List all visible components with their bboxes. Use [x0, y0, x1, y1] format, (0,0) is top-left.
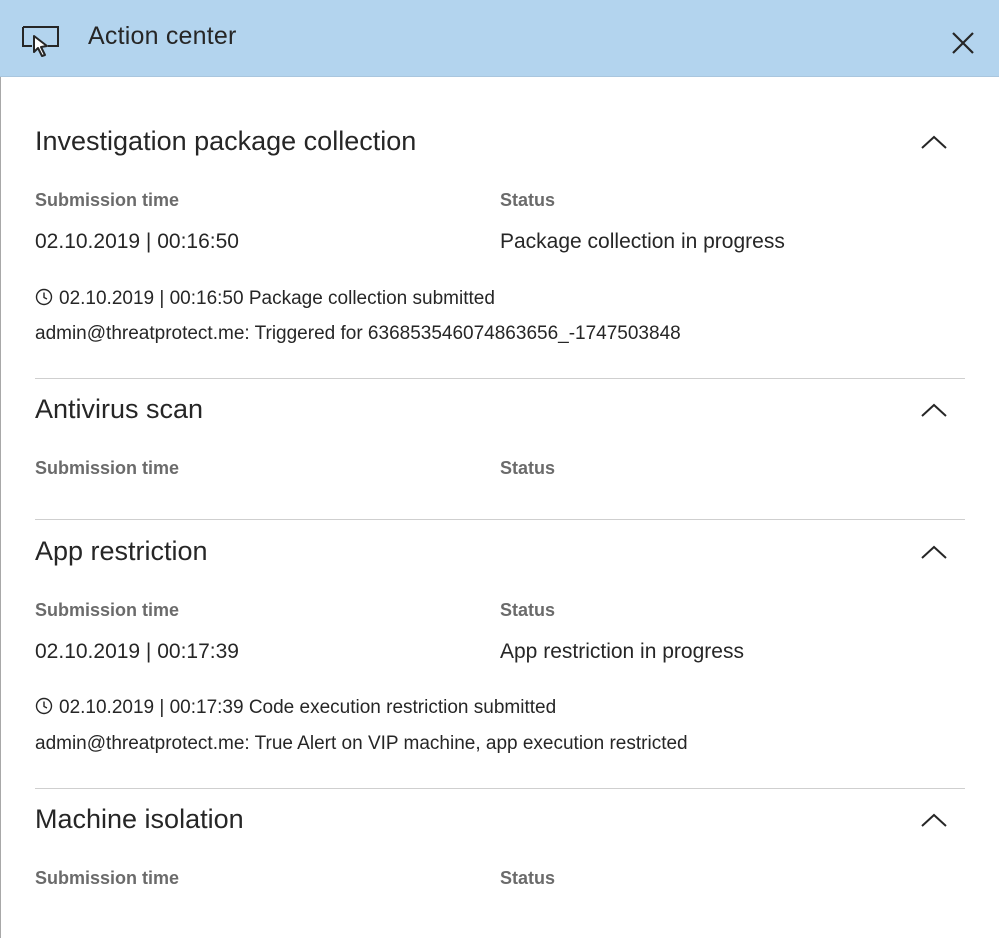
- clock-icon: [35, 288, 53, 306]
- action-center-header: Action center: [0, 0, 999, 77]
- submission-time-value: 02.10.2019 | 00:16:50: [35, 230, 239, 253]
- section-title: Antivirus scan: [35, 394, 204, 424]
- section-divider: [35, 378, 965, 379]
- log-detail: admin@threatprotect.me: True Alert on VI…: [35, 733, 688, 754]
- log-entry-text: 02.10.2019 | 00:17:39 Code execution res…: [59, 697, 557, 718]
- log-detail: admin@threatprotect.me: Triggered for 63…: [35, 323, 681, 344]
- submission-time-label: Submission time: [35, 458, 180, 478]
- status-label: Status: [500, 868, 556, 888]
- section-title: Investigation package collection: [35, 126, 417, 156]
- section-app-restriction: App restriction Submission time Status 0…: [35, 536, 965, 776]
- chevron-up-icon[interactable]: [920, 810, 948, 830]
- chevron-up-icon[interactable]: [920, 542, 948, 562]
- close-button[interactable]: [948, 28, 978, 58]
- panel-left-border: [0, 0, 1, 938]
- submission-time-label: Submission time: [35, 600, 180, 620]
- status-value: Package collection in progress: [500, 230, 785, 253]
- clock-icon: [35, 697, 53, 715]
- section-title: App restriction: [35, 536, 208, 566]
- section-divider: [35, 519, 965, 520]
- close-icon: [952, 32, 974, 54]
- submission-time-label: Submission time: [35, 190, 180, 210]
- section-machine-isolation: Machine isolation Submission time Status: [35, 804, 965, 904]
- panel-title: Action center: [88, 22, 237, 50]
- log-entry: 02.10.2019 | 00:17:39 Code execution res…: [35, 697, 556, 719]
- section-divider: [35, 788, 965, 789]
- section-investigation-package: Investigation package collection Submiss…: [35, 126, 965, 366]
- panel-cursor-icon: [20, 24, 60, 60]
- chevron-up-icon[interactable]: [920, 132, 948, 152]
- status-label: Status: [500, 458, 556, 478]
- submission-time-value: 02.10.2019 | 00:17:39: [35, 640, 239, 663]
- section-title: Machine isolation: [35, 804, 244, 834]
- section-antivirus-scan: Antivirus scan Submission time Status: [35, 394, 965, 494]
- chevron-up-icon[interactable]: [920, 400, 948, 420]
- status-label: Status: [500, 190, 556, 210]
- submission-time-label: Submission time: [35, 868, 180, 888]
- status-value: App restriction in progress: [500, 640, 744, 663]
- log-entry: 02.10.2019 | 00:16:50 Package collection…: [35, 288, 495, 310]
- status-label: Status: [500, 600, 556, 620]
- log-entry-text: 02.10.2019 | 00:16:50 Package collection…: [59, 288, 495, 309]
